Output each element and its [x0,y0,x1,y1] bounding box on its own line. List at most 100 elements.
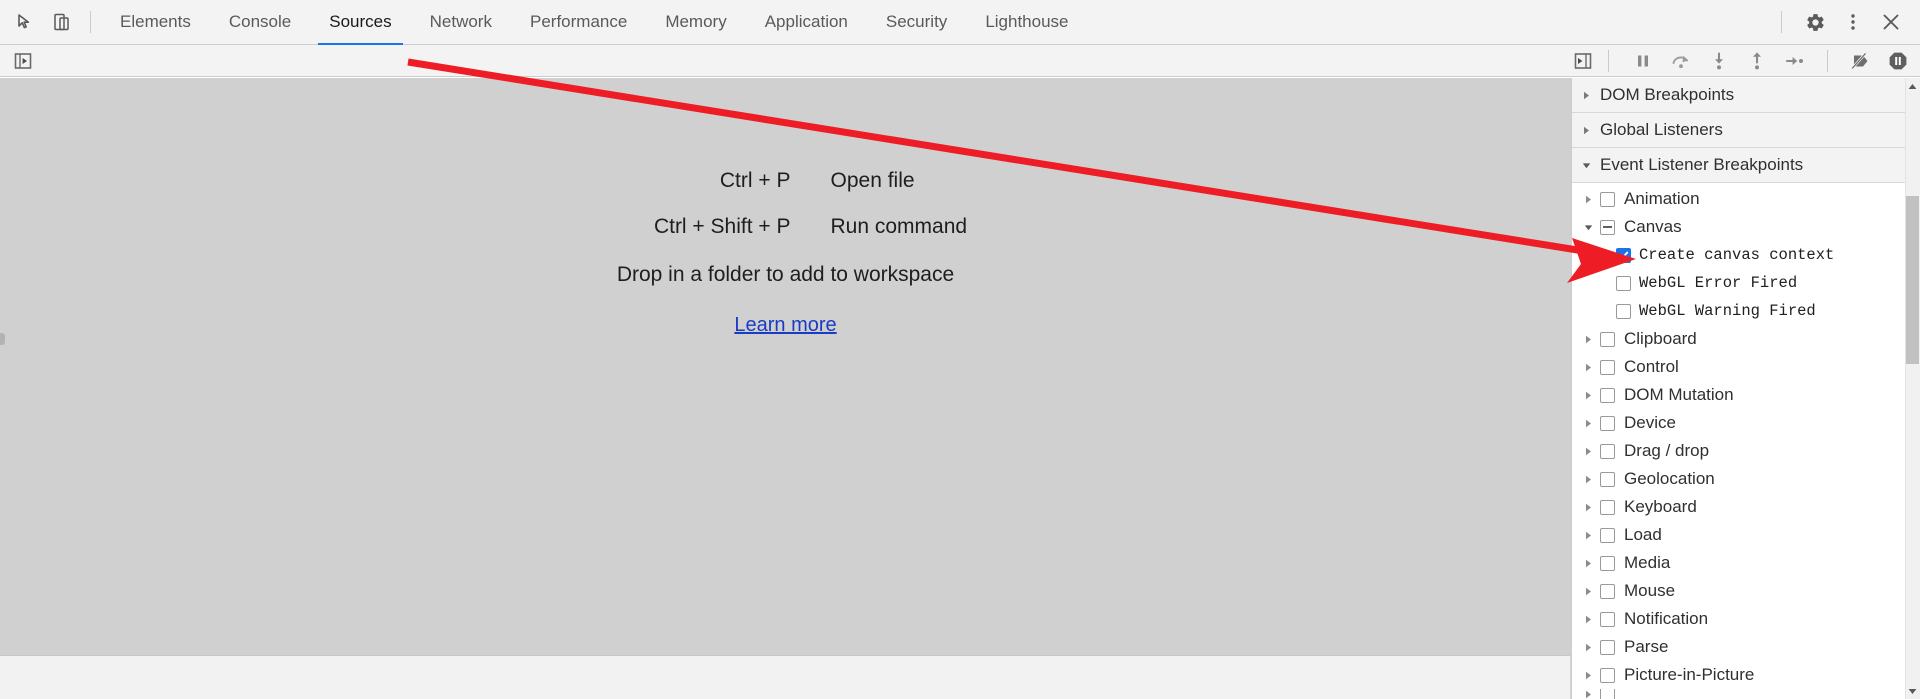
breakpoint-row-animation[interactable]: Animation [1572,185,1920,213]
chevron-right-icon[interactable] [1582,689,1594,699]
breakpoint-checkbox[interactable] [1616,247,1631,263]
breakpoint-label: Media [1624,553,1671,572]
breakpoint-row-webgl-warning-fired[interactable]: WebGL Warning Fired [1572,297,1920,325]
breakpoint-row-webgl-error-fired[interactable]: WebGL Error Fired [1572,269,1920,297]
breakpoint-label: Mouse [1624,581,1676,600]
breakpoint-row-canvas[interactable]: Canvas [1572,213,1920,241]
tab-lighthouse[interactable]: Lighthouse [966,0,1087,45]
breakpoint-row-keyboard[interactable]: Keyboard [1572,493,1920,521]
breakpoint-checkbox[interactable] [1600,667,1615,683]
step-over-icon[interactable] [1665,47,1697,75]
shortcut-keys: Ctrl + Shift + P [653,215,791,238]
chevron-right-icon[interactable] [1582,529,1594,541]
tab-network[interactable]: Network [411,0,511,45]
chevron-right-icon[interactable] [1582,361,1594,373]
breakpoint-row-drag-drop[interactable]: Drag / drop [1572,437,1920,465]
show-debugger-icon[interactable] [1568,48,1598,74]
tab-label: Memory [665,12,727,31]
deactivate-breakpoints-icon[interactable] [1844,47,1876,75]
step-out-icon[interactable] [1741,47,1773,75]
breakpoint-checkbox[interactable] [1600,443,1615,459]
breakpoint-checkbox[interactable] [1600,331,1615,347]
device-toolbar-icon[interactable] [44,4,80,40]
scroll-up-arrow-icon[interactable] [1905,78,1920,94]
breakpoint-row-picture-in-picture[interactable]: Picture-in-Picture [1572,661,1920,689]
sources-toolbar-left [0,48,38,74]
breakpoint-checkbox[interactable] [1600,471,1615,487]
breakpoint-checkbox[interactable] [1616,275,1631,291]
chevron-right-icon[interactable] [1582,669,1594,681]
tab-sources[interactable]: Sources [310,0,410,45]
tab-performance[interactable]: Performance [511,0,646,45]
section-label: Event Listener Breakpoints [1600,155,1804,174]
breakpoint-row-notification[interactable]: Notification [1572,605,1920,633]
chevron-right-icon[interactable] [1582,473,1594,485]
breakpoint-checkbox[interactable] [1600,387,1615,403]
chevron-right-icon[interactable] [1582,613,1594,625]
scrollbar-thumb[interactable] [1906,196,1919,364]
tab-label: Security [885,12,948,31]
inspect-element-icon[interactable] [8,4,44,40]
breakpoint-checkbox[interactable] [1600,191,1615,207]
breakpoint-checkbox[interactable] [1600,639,1615,655]
chevron-right-icon[interactable] [1582,389,1594,401]
pause-script-execution-icon[interactable] [1627,47,1659,75]
breakpoint-checkbox[interactable] [1600,359,1615,375]
chevron-right-icon[interactable] [1582,557,1594,569]
breakpoint-checkbox[interactable] [1600,611,1615,627]
breakpoint-label: Clipboard [1624,329,1697,348]
devtools-tabbar: Elements Console Sources Network Perform… [0,0,1920,45]
chevron-down-icon[interactable] [1582,221,1594,233]
breakpoint-row-device[interactable]: Device [1572,409,1920,437]
toolbar-divider [90,11,91,33]
kebab-menu-icon[interactable] [1834,3,1872,41]
chevron-right-icon [1580,89,1592,101]
breakpoint-row-create-canvas-context[interactable]: Create canvas context [1572,241,1920,269]
step-into-icon[interactable] [1703,47,1735,75]
tab-elements[interactable]: Elements [101,0,210,45]
section-label: DOM Breakpoints [1600,85,1735,104]
breakpoint-row-partial[interactable] [1572,689,1920,699]
breakpoint-checkbox[interactable] [1600,219,1615,235]
gear-icon[interactable] [1796,3,1834,41]
breakpoint-checkbox[interactable] [1600,689,1615,699]
breakpoint-row-dom-mutation[interactable]: DOM Mutation [1572,381,1920,409]
scroll-down-arrow-icon[interactable] [1905,683,1920,699]
breakpoint-row-clipboard[interactable]: Clipboard [1572,325,1920,353]
chevron-right-icon[interactable] [1582,445,1594,457]
section-global-listeners[interactable]: Global Listeners [1572,113,1920,148]
chevron-right-icon[interactable] [1582,585,1594,597]
tab-application[interactable]: Application [746,0,867,45]
tab-memory[interactable]: Memory [646,0,745,45]
learn-more-link[interactable]: Learn more [734,314,836,337]
chevron-right-icon[interactable] [1582,501,1594,513]
section-event-listener-breakpoints[interactable]: Event Listener Breakpoints [1572,148,1920,183]
vertical-scrollbar[interactable] [1905,78,1920,699]
show-navigator-icon[interactable] [8,48,38,74]
chevron-right-icon[interactable] [1582,417,1594,429]
breakpoint-checkbox[interactable] [1600,583,1615,599]
breakpoint-row-mouse[interactable]: Mouse [1572,577,1920,605]
chevron-right-icon[interactable] [1582,641,1594,653]
breakpoint-checkbox[interactable] [1616,303,1631,319]
breakpoint-row-control[interactable]: Control [1572,353,1920,381]
pause-on-exceptions-icon[interactable] [1882,47,1914,75]
close-icon[interactable] [1872,3,1910,41]
breakpoint-row-parse[interactable]: Parse [1572,633,1920,661]
breakpoint-checkbox[interactable] [1600,555,1615,571]
breakpoint-label: WebGL Error Fired [1639,274,1798,292]
breakpoint-checkbox[interactable] [1600,499,1615,515]
breakpoint-row-media[interactable]: Media [1572,549,1920,577]
section-dom-breakpoints[interactable]: DOM Breakpoints [1572,78,1920,113]
breakpoint-checkbox[interactable] [1600,415,1615,431]
breakpoint-checkbox[interactable] [1600,527,1615,543]
step-icon[interactable] [1779,47,1811,75]
breakpoint-label: Geolocation [1624,469,1715,488]
chevron-right-icon[interactable] [1582,193,1594,205]
tab-label: Sources [329,12,392,31]
tab-console[interactable]: Console [210,0,310,45]
tab-security[interactable]: Security [867,0,966,45]
chevron-right-icon[interactable] [1582,333,1594,345]
breakpoint-row-load[interactable]: Load [1572,521,1920,549]
breakpoint-row-geolocation[interactable]: Geolocation [1572,465,1920,493]
